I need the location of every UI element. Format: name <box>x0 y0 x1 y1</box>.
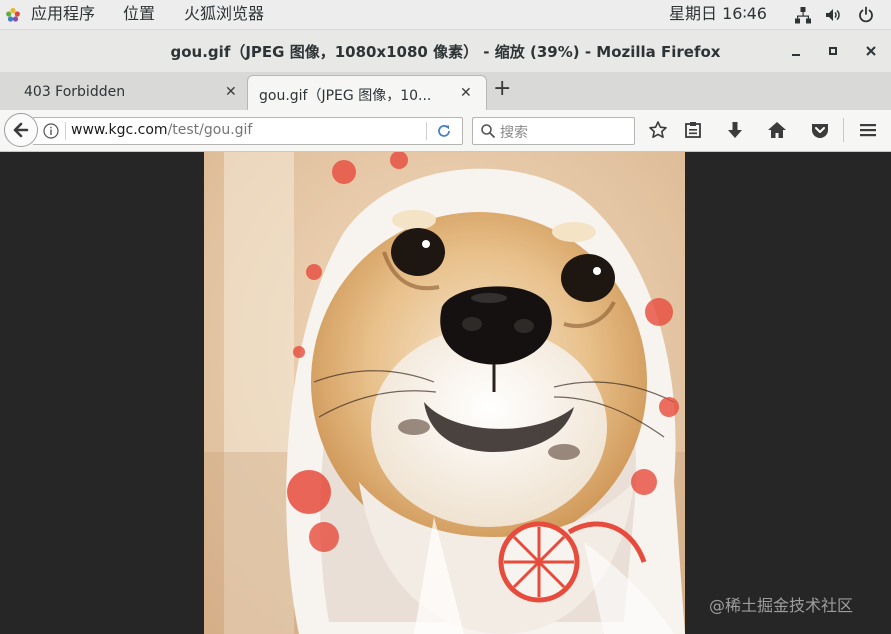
search-placeholder: 搜索 <box>500 125 528 141</box>
hamburger-menu-icon[interactable] <box>858 120 878 140</box>
close-tab-icon[interactable]: ✕ <box>460 85 472 101</box>
power-icon[interactable] <box>857 6 875 24</box>
tab-strip: 403 Forbidden ✕ gou.gif（JPEG 图像，10... ✕ <box>0 72 891 111</box>
close-tab-icon[interactable]: ✕ <box>225 84 237 100</box>
url-bar[interactable]: www.kgc.com/test/gou.gif <box>33 117 463 145</box>
navigation-toolbar: www.kgc.com/test/gou.gif 搜索 <box>0 110 891 152</box>
search-icon <box>481 124 496 139</box>
search-box[interactable]: 搜索 <box>472 117 635 145</box>
clock[interactable]: 星期日 16∶46 <box>669 4 767 24</box>
back-button[interactable] <box>4 113 38 147</box>
url-path: /test/gou.gif <box>167 122 253 138</box>
url-text[interactable]: www.kgc.com/test/gou.gif <box>71 122 252 138</box>
dog-photo[interactable] <box>204 152 685 634</box>
window-title-bar[interactable]: gou.gif（JPEG 图像，1080x1080 像素） - 缩放 (39%)… <box>0 30 891 72</box>
minimize-icon[interactable] <box>786 41 806 61</box>
volume-icon[interactable] <box>824 6 842 24</box>
watermark: @稀土掘金技术社区 <box>709 596 854 615</box>
bookmarks-list-icon[interactable] <box>683 120 703 140</box>
bookmark-star-icon[interactable] <box>648 120 668 140</box>
tab-gou-gif[interactable]: gou.gif（JPEG 图像，10... ✕ <box>247 75 487 111</box>
gnome-top-bar: 应用程序 位置 火狐浏览器 星期日 16∶46 <box>0 0 891 30</box>
network-icon[interactable] <box>794 6 812 24</box>
tab-label: 403 Forbidden <box>24 84 126 100</box>
places-menu[interactable]: 位置 <box>123 4 155 24</box>
applications-icon <box>6 7 20 22</box>
back-arrow-icon <box>13 122 29 138</box>
close-window-icon[interactable] <box>861 41 881 61</box>
reload-separator <box>426 122 427 140</box>
image-viewer <box>0 152 891 634</box>
active-app-menu[interactable]: 火狐浏览器 <box>184 4 264 24</box>
info-icon[interactable] <box>43 123 59 139</box>
new-tab-icon[interactable]: + <box>493 76 511 101</box>
toolbar-separator <box>843 118 844 142</box>
tab-label: gou.gif（JPEG 图像，10... <box>259 88 432 104</box>
url-separator <box>65 122 66 140</box>
pocket-icon[interactable] <box>810 120 830 140</box>
download-icon[interactable] <box>725 120 745 140</box>
reload-icon[interactable] <box>436 123 452 139</box>
maximize-icon[interactable] <box>823 41 843 61</box>
tab-403-forbidden[interactable]: 403 Forbidden ✕ <box>8 75 246 110</box>
url-domain: www.kgc.com <box>71 122 168 138</box>
window-title: gou.gif（JPEG 图像，1080x1080 像素） - 缩放 (39%)… <box>170 43 721 61</box>
applications-menu[interactable]: 应用程序 <box>31 4 95 24</box>
home-icon[interactable] <box>767 120 787 140</box>
